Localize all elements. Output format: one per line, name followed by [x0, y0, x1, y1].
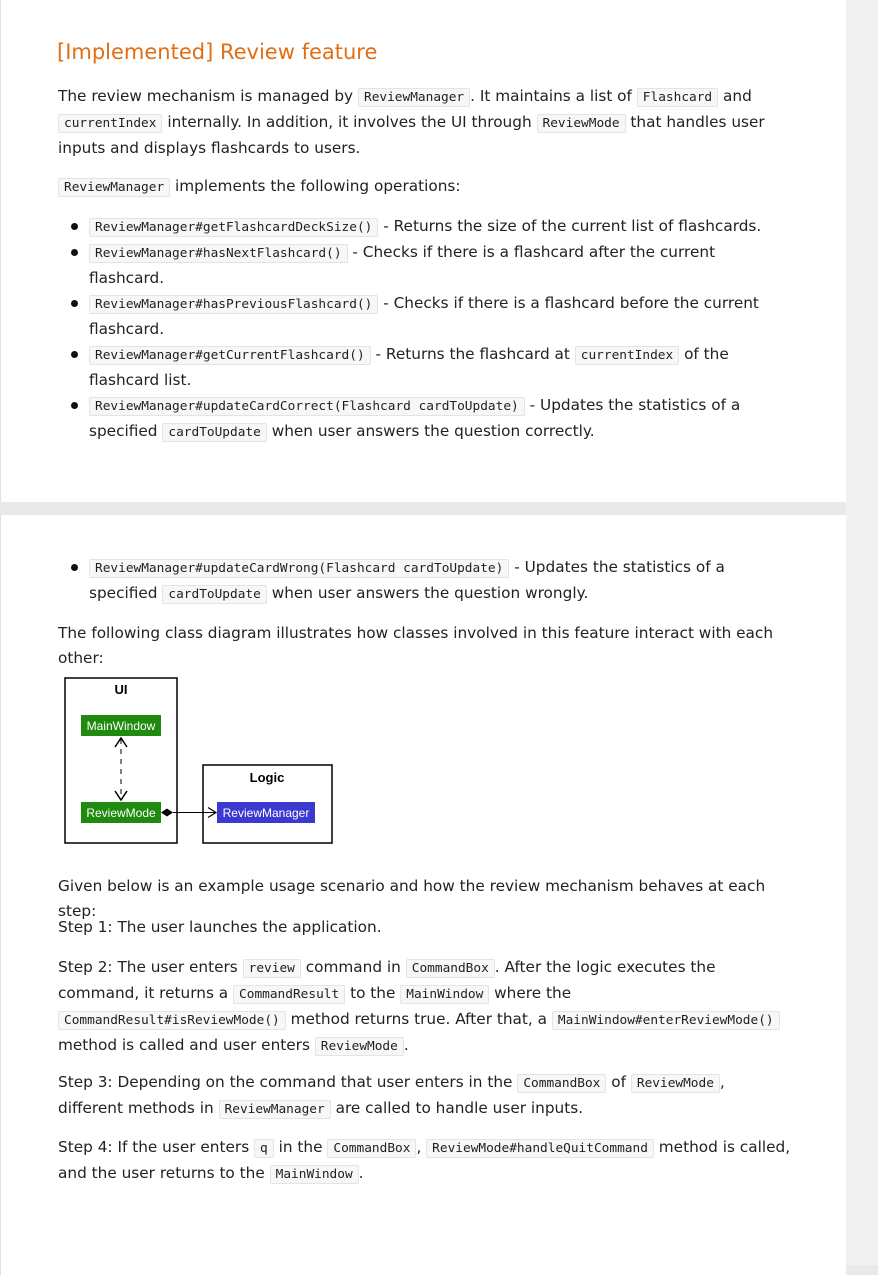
inline-code: Flashcard [636, 88, 719, 107]
list-item: ReviewManager#getCurrentFlashcard() - Re… [58, 342, 793, 393]
review-mode-label: ReviewMode [86, 806, 156, 820]
inline-code: ReviewManager [357, 88, 471, 107]
main-window-label: MainWindow [87, 719, 156, 733]
diagram-caption: The following class diagram illustrates … [58, 624, 774, 667]
list-item: ReviewManager#hasNextFlashcard() - Check… [58, 240, 793, 291]
inline-code: ReviewManager [218, 1100, 331, 1119]
inline-code: CommandResult#isReviewMode() [58, 1011, 286, 1030]
inline-code: ReviewMode [536, 114, 626, 133]
inline-code: ReviewManager [58, 178, 171, 197]
step-1: Step 1: The user launches the applicatio… [58, 918, 382, 936]
inline-code: ReviewManager#getFlashcardDeckSize() [89, 218, 379, 237]
operations-list: ReviewManager#getFlashcardDeckSize() - R… [58, 214, 793, 445]
inline-code: ReviewManager#getCurrentFlashcard() [89, 346, 371, 365]
step-3: Step 3: Depending on the command that us… [58, 1073, 725, 1119]
inline-code: review [242, 959, 301, 978]
list-item: ReviewManager#updateCardCorrect(Flashcar… [58, 393, 793, 445]
inline-code: ReviewManager#hasPreviousFlashcard() [89, 295, 379, 314]
inline-code: MainWindow [400, 985, 490, 1004]
inline-code: cardToUpdate [162, 423, 267, 442]
class-diagram: UI Logic MainWindow ReviewMode ReviewMan… [64, 677, 333, 844]
list-item: ReviewManager#hasPreviousFlashcard() - C… [58, 291, 793, 342]
inline-code: currentIndex [574, 346, 680, 365]
logic-package-label: Logic [250, 770, 285, 785]
inline-code: CommandBox [327, 1139, 417, 1158]
inline-code: q [254, 1139, 274, 1158]
inline-code: MainWindow#enterReviewMode() [551, 1011, 780, 1030]
review-manager-label: ReviewManager [223, 806, 310, 820]
inline-code: MainWindow [269, 1165, 359, 1184]
document-page-2: ReviewManager#updateCardWrong(Flashcard … [0, 515, 846, 1275]
operations-list-continued: ReviewManager#updateCardWrong(Flashcard … [58, 555, 793, 607]
inline-code: CommandBox [405, 959, 495, 978]
intro-paragraph: The review mechanism is managed by Revie… [58, 87, 765, 157]
step-2: Step 2: The user enters review command i… [58, 955, 793, 1059]
step-4: Step 4: If the user enters q in the Comm… [58, 1138, 791, 1184]
list-item: ReviewManager#getFlashcardDeckSize() - R… [58, 214, 793, 240]
operations-intro: ReviewManager implements the following o… [58, 174, 793, 200]
scrollbar-track[interactable] [846, 0, 878, 1265]
inline-code: ReviewManager#hasNextFlashcard() [89, 244, 348, 263]
inline-code: ReviewMode [314, 1037, 404, 1056]
inline-code: ReviewMode#handleQuitCommand [426, 1139, 654, 1158]
ui-package-label: UI [115, 682, 128, 697]
inline-code: CommandBox [517, 1074, 607, 1093]
inline-code: cardToUpdate [162, 585, 267, 604]
inline-code: CommandResult [233, 985, 346, 1004]
section-heading: [Implemented] Review feature [57, 40, 378, 64]
inline-code: ReviewManager#updateCardWrong(Flashcard … [89, 559, 510, 578]
inline-code: currentIndex [58, 114, 163, 133]
inline-code: ReviewMode [630, 1074, 720, 1093]
list-item: ReviewManager#updateCardWrong(Flashcard … [58, 555, 793, 607]
inline-code: ReviewManager#updateCardCorrect(Flashcar… [89, 397, 525, 416]
document-page-1: [Implemented] Review feature The review … [0, 0, 846, 502]
